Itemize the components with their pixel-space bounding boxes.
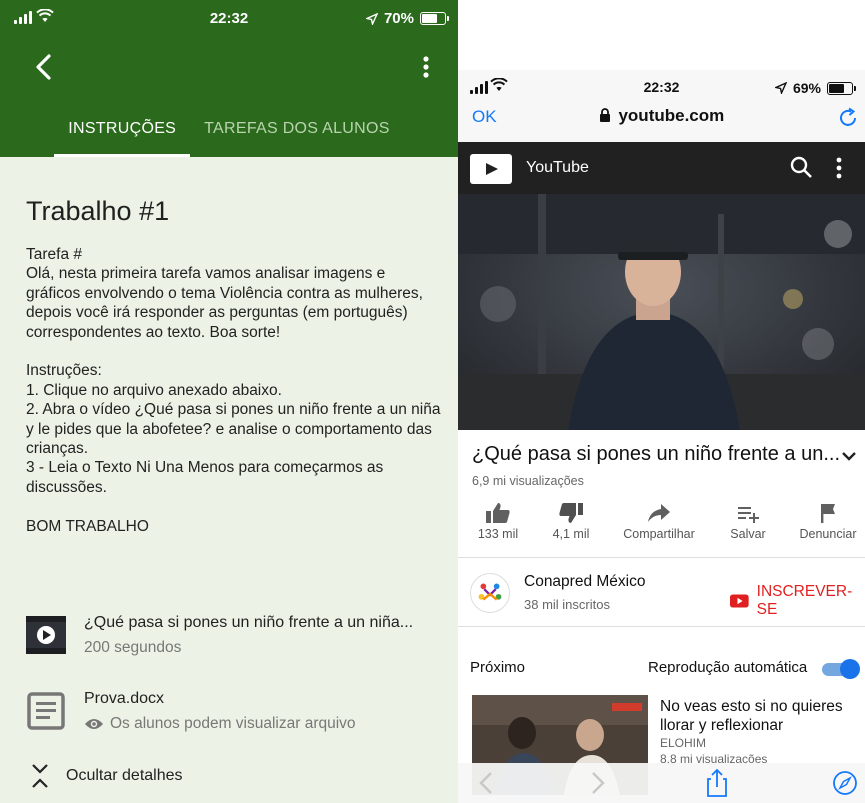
save-playlist-icon [738, 507, 759, 523]
status-bar: 22:32 70% [0, 0, 458, 36]
location-arrow-icon [774, 82, 787, 94]
url-text: youtube.com [618, 106, 725, 125]
channel-avatar[interactable] [470, 573, 510, 613]
report-button[interactable]: Denunciar [788, 502, 865, 541]
classroom-screen: 22:32 70% INSTRUÇÕES TAREFAS DOS ALUNOS … [0, 0, 458, 803]
document-icon [27, 692, 65, 730]
video-views: 6,9 mi visualizações [472, 474, 584, 488]
hide-details-label: Ocultar detalhes [66, 767, 183, 784]
browser-toolbar [458, 763, 865, 803]
youtube-play-icon [730, 594, 749, 608]
like-button[interactable]: 133 mil [458, 502, 538, 541]
tab-student-work[interactable]: TAREFAS DOS ALUNOS [190, 113, 404, 157]
attachment-document-title: Prova.docx [84, 690, 165, 707]
tab-bar: INSTRUÇÕES TAREFAS DOS ALUNOS [0, 113, 458, 157]
location-arrow-icon [365, 12, 378, 25]
recommended-video-title[interactable]: No veas esto si no quieres llorar y refl… [660, 697, 860, 735]
attachment-video[interactable]: ¿Qué pasa si pones un niño frente a un n… [26, 614, 446, 670]
assignment-description: Tarefa # Olá, nesta primeira tarefa vamo… [26, 246, 441, 535]
subscribe-button[interactable]: INSCREVER-SE [730, 583, 865, 619]
hide-details-button[interactable]: Ocultar detalhes [30, 763, 183, 789]
subscribe-label: INSCREVER-SE [756, 583, 853, 618]
more-vertical-icon[interactable] [831, 155, 847, 181]
share-label: Compartilhar [623, 527, 695, 541]
attachment-document-permission: Os alunos podem visualizar arquivo [84, 715, 356, 733]
tab-instructions[interactable]: INSTRUÇÕES [54, 113, 191, 157]
video-player[interactable] [458, 194, 865, 430]
report-label: Denunciar [799, 527, 857, 541]
classroom-header: 22:32 70% INSTRUÇÕES TAREFAS DOS ALUNOS [0, 0, 458, 157]
thumbs-down-icon [559, 503, 583, 523]
youtube-logo-icon[interactable] [470, 154, 512, 184]
lock-icon [599, 108, 610, 122]
divider [458, 626, 865, 627]
battery-icon [827, 81, 856, 95]
save-button[interactable]: Salvar [708, 502, 788, 541]
autoplay-toggle[interactable] [820, 659, 860, 679]
status-bar: 22:32 69% [458, 70, 865, 106]
dislike-count: 4,1 mil [552, 527, 590, 541]
channel-name[interactable]: Conapred México [524, 573, 645, 591]
attachment-document[interactable]: Prova.docx Os alunos podem visualizar ar… [26, 690, 446, 746]
video-thumbnail [26, 616, 66, 654]
recommended-video-channel: ELOHIM [660, 736, 707, 750]
autoplay-label: Reprodução automática [648, 659, 808, 676]
assignment-details: Trabalho #1 Tarefa # Olá, nesta primeira… [26, 196, 441, 536]
back-arrow-icon[interactable] [30, 52, 60, 82]
eye-icon [85, 719, 103, 729]
more-vertical-icon[interactable] [416, 53, 436, 83]
share-button[interactable]: Compartilhar [619, 502, 699, 541]
share-sheet-icon[interactable] [702, 768, 732, 798]
dislike-button[interactable]: 4,1 mil [531, 502, 611, 541]
channel-subscribers: 38 mil inscritos [524, 597, 610, 612]
video-title[interactable]: ¿Qué pasa si pones un niño frente a un..… [472, 443, 840, 466]
attachment-video-title: ¿Qué pasa si pones un niño frente a un n… [84, 614, 414, 631]
browser-screen: 22:32 69% OK youtube.com YouTube ¿Qué pa… [458, 70, 865, 803]
chevron-down-icon[interactable] [840, 447, 858, 465]
youtube-brand-name: YouTube [526, 159, 589, 176]
address-bar[interactable]: youtube.com [458, 106, 865, 126]
search-icon[interactable] [788, 154, 814, 180]
battery-icon [420, 12, 449, 25]
collapse-icon [32, 764, 48, 788]
assignment-title: Trabalho #1 [26, 196, 170, 226]
share-icon [648, 504, 670, 522]
video-actions: 133 mil 4,1 mil Compartilhar Salvar Denu… [458, 502, 865, 550]
thumbs-up-icon [486, 503, 510, 523]
video-frame [458, 194, 865, 430]
safari-compass-icon[interactable] [830, 768, 860, 798]
flag-icon [821, 504, 835, 523]
up-next-label: Próximo [470, 659, 526, 676]
battery-percent: 70% [383, 10, 414, 27]
youtube-header: YouTube [458, 142, 865, 194]
forward-nav-icon[interactable] [582, 768, 612, 798]
attachment-video-duration: 200 segundos [84, 639, 182, 656]
battery-percent: 69% [792, 80, 821, 96]
browser-top-bar: 22:32 69% OK youtube.com [458, 70, 865, 142]
save-label: Salvar [730, 527, 766, 541]
back-nav-icon[interactable] [472, 768, 502, 798]
reload-icon[interactable] [837, 107, 859, 129]
divider [458, 557, 865, 558]
like-count: 133 mil [477, 527, 519, 541]
